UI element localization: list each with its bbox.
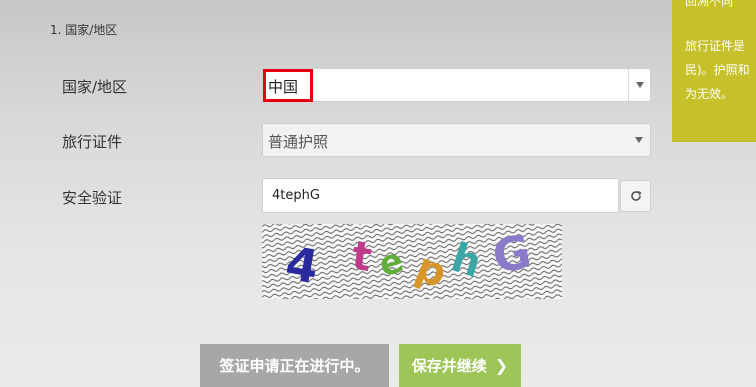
country-highlight-box <box>263 69 313 102</box>
in-progress-label: 签证申请正在进行中。 <box>219 357 370 375</box>
travel-doc-dropdown-button[interactable] <box>628 124 650 156</box>
country-label: 国家/地区 <box>62 78 128 96</box>
save-continue-label: 保存并继续 <box>411 357 487 375</box>
captcha-input[interactable] <box>262 178 619 213</box>
refresh-captcha-button[interactable] <box>620 180 651 212</box>
application-in-progress-button[interactable]: 签证申请正在进行中。 <box>200 344 389 387</box>
side-panel-top-line: 回溯不同 <box>685 0 734 8</box>
info-side-panel: 回溯不同 旅行证件是 民)。护照和 为无效。 <box>672 0 756 142</box>
security-label: 安全验证 <box>62 189 123 207</box>
chevron-right-icon: ❯ <box>494 356 509 375</box>
travel-doc-select-value: 普通护照 <box>268 133 329 151</box>
country-dropdown-button[interactable] <box>628 69 650 101</box>
side-panel-line-1: 旅行证件是 <box>685 39 746 53</box>
travel-doc-label: 旅行证件 <box>62 133 123 151</box>
side-panel-line-3: 为无效。 <box>685 87 734 101</box>
travel-doc-select[interactable]: 普通护照 <box>262 123 651 157</box>
side-panel-line-2: 民)。护照和 <box>685 63 750 77</box>
section-title: 1. 国家/地区 <box>50 23 118 37</box>
refresh-icon <box>630 190 641 201</box>
chevron-down-icon <box>635 137 643 143</box>
save-and-continue-button[interactable]: 保存并继续 ❯ <box>399 344 521 387</box>
chevron-down-icon <box>635 82 644 88</box>
captcha-image: 4tephG <box>262 224 562 299</box>
country-select[interactable]: 中国 <box>262 68 651 102</box>
